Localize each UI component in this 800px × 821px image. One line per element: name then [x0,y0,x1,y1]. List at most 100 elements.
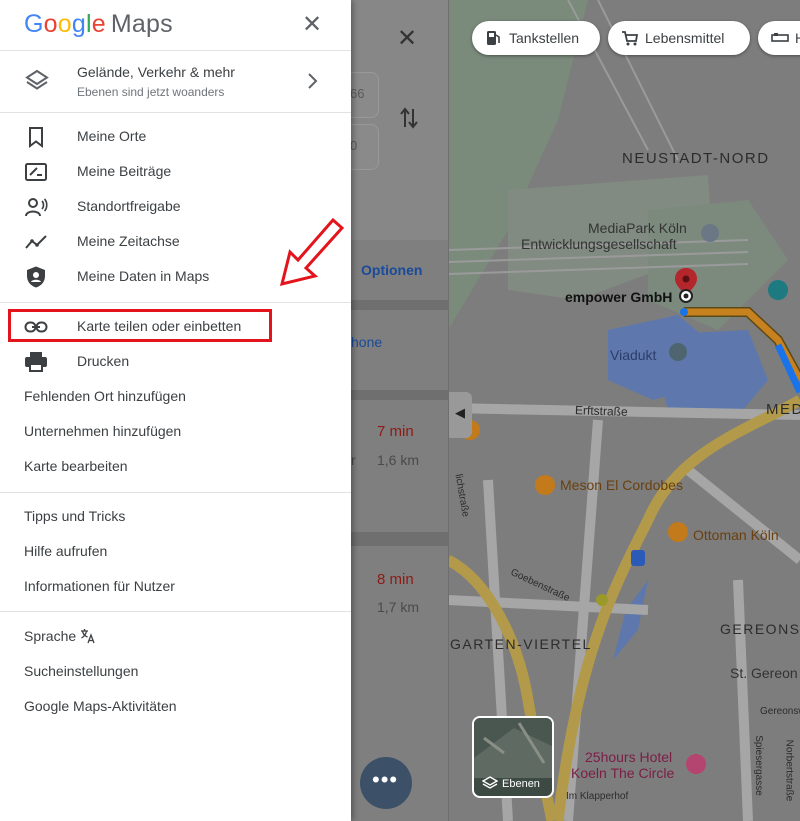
menu-divider [0,611,351,612]
map-label-garten-viertel: GARTEN-VIERTEL [450,636,592,652]
chevron-left-icon: ◀ [455,405,465,420]
chip-hotels[interactable]: H [758,21,800,55]
divider [351,390,448,400]
menu-item-label: Tipps und Tricks [24,508,126,524]
layers-icon [25,69,49,90]
map-canvas[interactable]: Tankstellen Lebensmittel H NEUSTADT-NORD… [448,0,800,821]
map-label-med: MED [766,401,800,418]
menu-item-informationen[interactable]: Informationen für Nutzer [0,569,351,604]
menu-item-aktivitaeten[interactable]: Google Maps-Aktivitäten [0,689,351,724]
chip-label: Tankstellen [509,30,580,46]
menu-item-label: Informationen für Nutzer [24,578,175,594]
gas-station-icon [487,31,500,45]
layers-menu-item[interactable]: Gelände, Verkehr & mehr Ebenen sind jetz… [0,51,351,112]
menu-item-meine-beitraege[interactable]: Meine Beiträge [0,154,351,189]
chip-label: H [795,30,800,46]
timeline-icon [25,235,47,249]
menu-item-label: Meine Orte [77,128,147,144]
menu-item-hilfe[interactable]: Hilfe aufrufen [0,534,351,569]
divider [351,532,448,546]
menu-item-label: Standortfreigabe [77,198,181,214]
map-label-hotel-2: Koeln The Circle [571,765,675,781]
menu-item-sucheinstellungen[interactable]: Sucheinstellungen [0,654,351,689]
printer-icon [25,352,47,372]
menu-item-label: Karte bearbeiten [24,458,128,474]
map-label-spiesergasse: Spiesergasse [752,735,764,796]
layers-title: Gelände, Verkehr & mehr [77,64,235,80]
map-label-klapperhof: Im Klapperhof [566,791,629,802]
menu-item-label: Google Maps-Aktivitäten [24,698,177,714]
maps-logo-text: Maps [110,10,173,38]
map-label-empower: empower GmbH [565,289,673,305]
map-label-mediapark: MediaPark Köln [588,220,687,236]
chevron-right-icon [308,73,318,89]
map-label-hotel: 25hours Hotel [585,749,673,765]
menu-item-fehlenden-ort[interactable]: Fehlenden Ort hinzufügen [0,379,351,414]
map-label-erftstrasse: Erftstraße [574,403,628,419]
menu-item-label: Meine Zeitachse [77,233,180,249]
send-to-phone-link[interactable]: hone [351,334,382,350]
highlight-box [8,309,272,342]
map-label-gereons: GEREONS [720,621,800,637]
menu-item-label: Unternehmen hinzufügen [24,423,182,439]
route-option-1[interactable]: 7 min r 1,6 km [351,400,448,530]
menu-divider [0,112,351,113]
location-sharing-icon [25,198,48,217]
swap-icon[interactable] [399,106,419,130]
route-time: 7 min [377,423,414,440]
menu-item-karte-bearbeiten[interactable]: Karte bearbeiten [0,449,351,484]
bookmark-icon [29,127,43,148]
menu-item-label: Hilfe aufrufen [24,543,108,559]
origin-input[interactable]: 66 [351,72,379,118]
menu-item-meine-orte[interactable]: Meine Orte [0,119,351,154]
map-label-viadukt: Viadukt [610,347,657,363]
menu-item-tipps[interactable]: Tipps und Tricks [0,499,351,534]
contributions-icon [25,163,47,181]
close-menu-icon[interactable]: ✕ [300,10,324,39]
more-options-button[interactable]: ••• [360,757,412,809]
map-label-neustadt-nord: NEUSTADT-NORD [622,150,770,167]
menu-item-label: Meine Beiträge [77,163,172,179]
chip-lebensmittel[interactable]: Lebensmittel [608,21,750,55]
side-menu-drawer: Google Maps ✕ Gelände, Verkehr & mehr Ebe… [0,0,351,821]
route-via: r [351,452,356,468]
drawer-header: Google Maps ✕ [0,0,351,51]
satellite-thumbnail [474,718,552,778]
origin-input-text: 66 [351,86,365,101]
destination-input[interactable]: 0 [351,124,379,170]
close-directions-icon[interactable]: ✕ [397,24,417,53]
menu-item-label: Meine Daten in Maps [77,268,210,284]
menu-item-label: Sucheinstellungen [24,663,139,679]
menu-divider [0,302,351,303]
menu-item-unternehmen[interactable]: Unternehmen hinzufügen [0,414,351,449]
route-time: 8 min [377,571,414,588]
chip-label: Lebensmittel [645,30,725,46]
layers-subtitle: Ebenen sind jetzt woanders [77,85,225,99]
menu-item-sprache[interactable]: Sprache [0,619,351,654]
directions-panel: ✕ 66 0 Optionen hone 7 min r 1,6 km 8 mi… [351,0,449,821]
map-label-norbertstrasse: Norbertstraße [783,739,795,802]
layers-label: Ebenen [502,778,540,790]
google-logo-text: Google [24,10,106,38]
chip-tankstellen[interactable]: Tankstellen [472,21,600,55]
route-option-2[interactable]: 8 min 1,7 km [351,548,448,678]
more-dots-icon: ••• [372,767,399,792]
google-maps-logo: Google Maps [24,10,173,39]
map-label-ottoman: Ottoman Köln [693,527,779,543]
map-label-meson: Meson El Cordobes [560,477,683,493]
map-label-st-gereon: St. Gereon [730,665,798,681]
menu-item-drucken[interactable]: Drucken [0,344,351,379]
menu-item-label: Fehlenden Ort hinzufügen [24,388,186,404]
divider [351,300,448,310]
route-distance: 1,7 km [377,599,420,615]
options-link[interactable]: Optionen [361,262,422,278]
collapse-panel-button[interactable]: ◀ [449,392,472,438]
map-label-gereonswall: Gereonsw [760,706,800,717]
privacy-shield-icon [27,266,45,288]
map-label-mediapark-2: Entwicklungsgesellschaft [521,236,677,252]
layers-button[interactable]: Ebenen [472,716,554,798]
hotel-icon [771,33,789,42]
translate-icon [81,629,95,644]
menu-item-label: Sprache [24,628,77,644]
menu-divider [0,492,351,493]
